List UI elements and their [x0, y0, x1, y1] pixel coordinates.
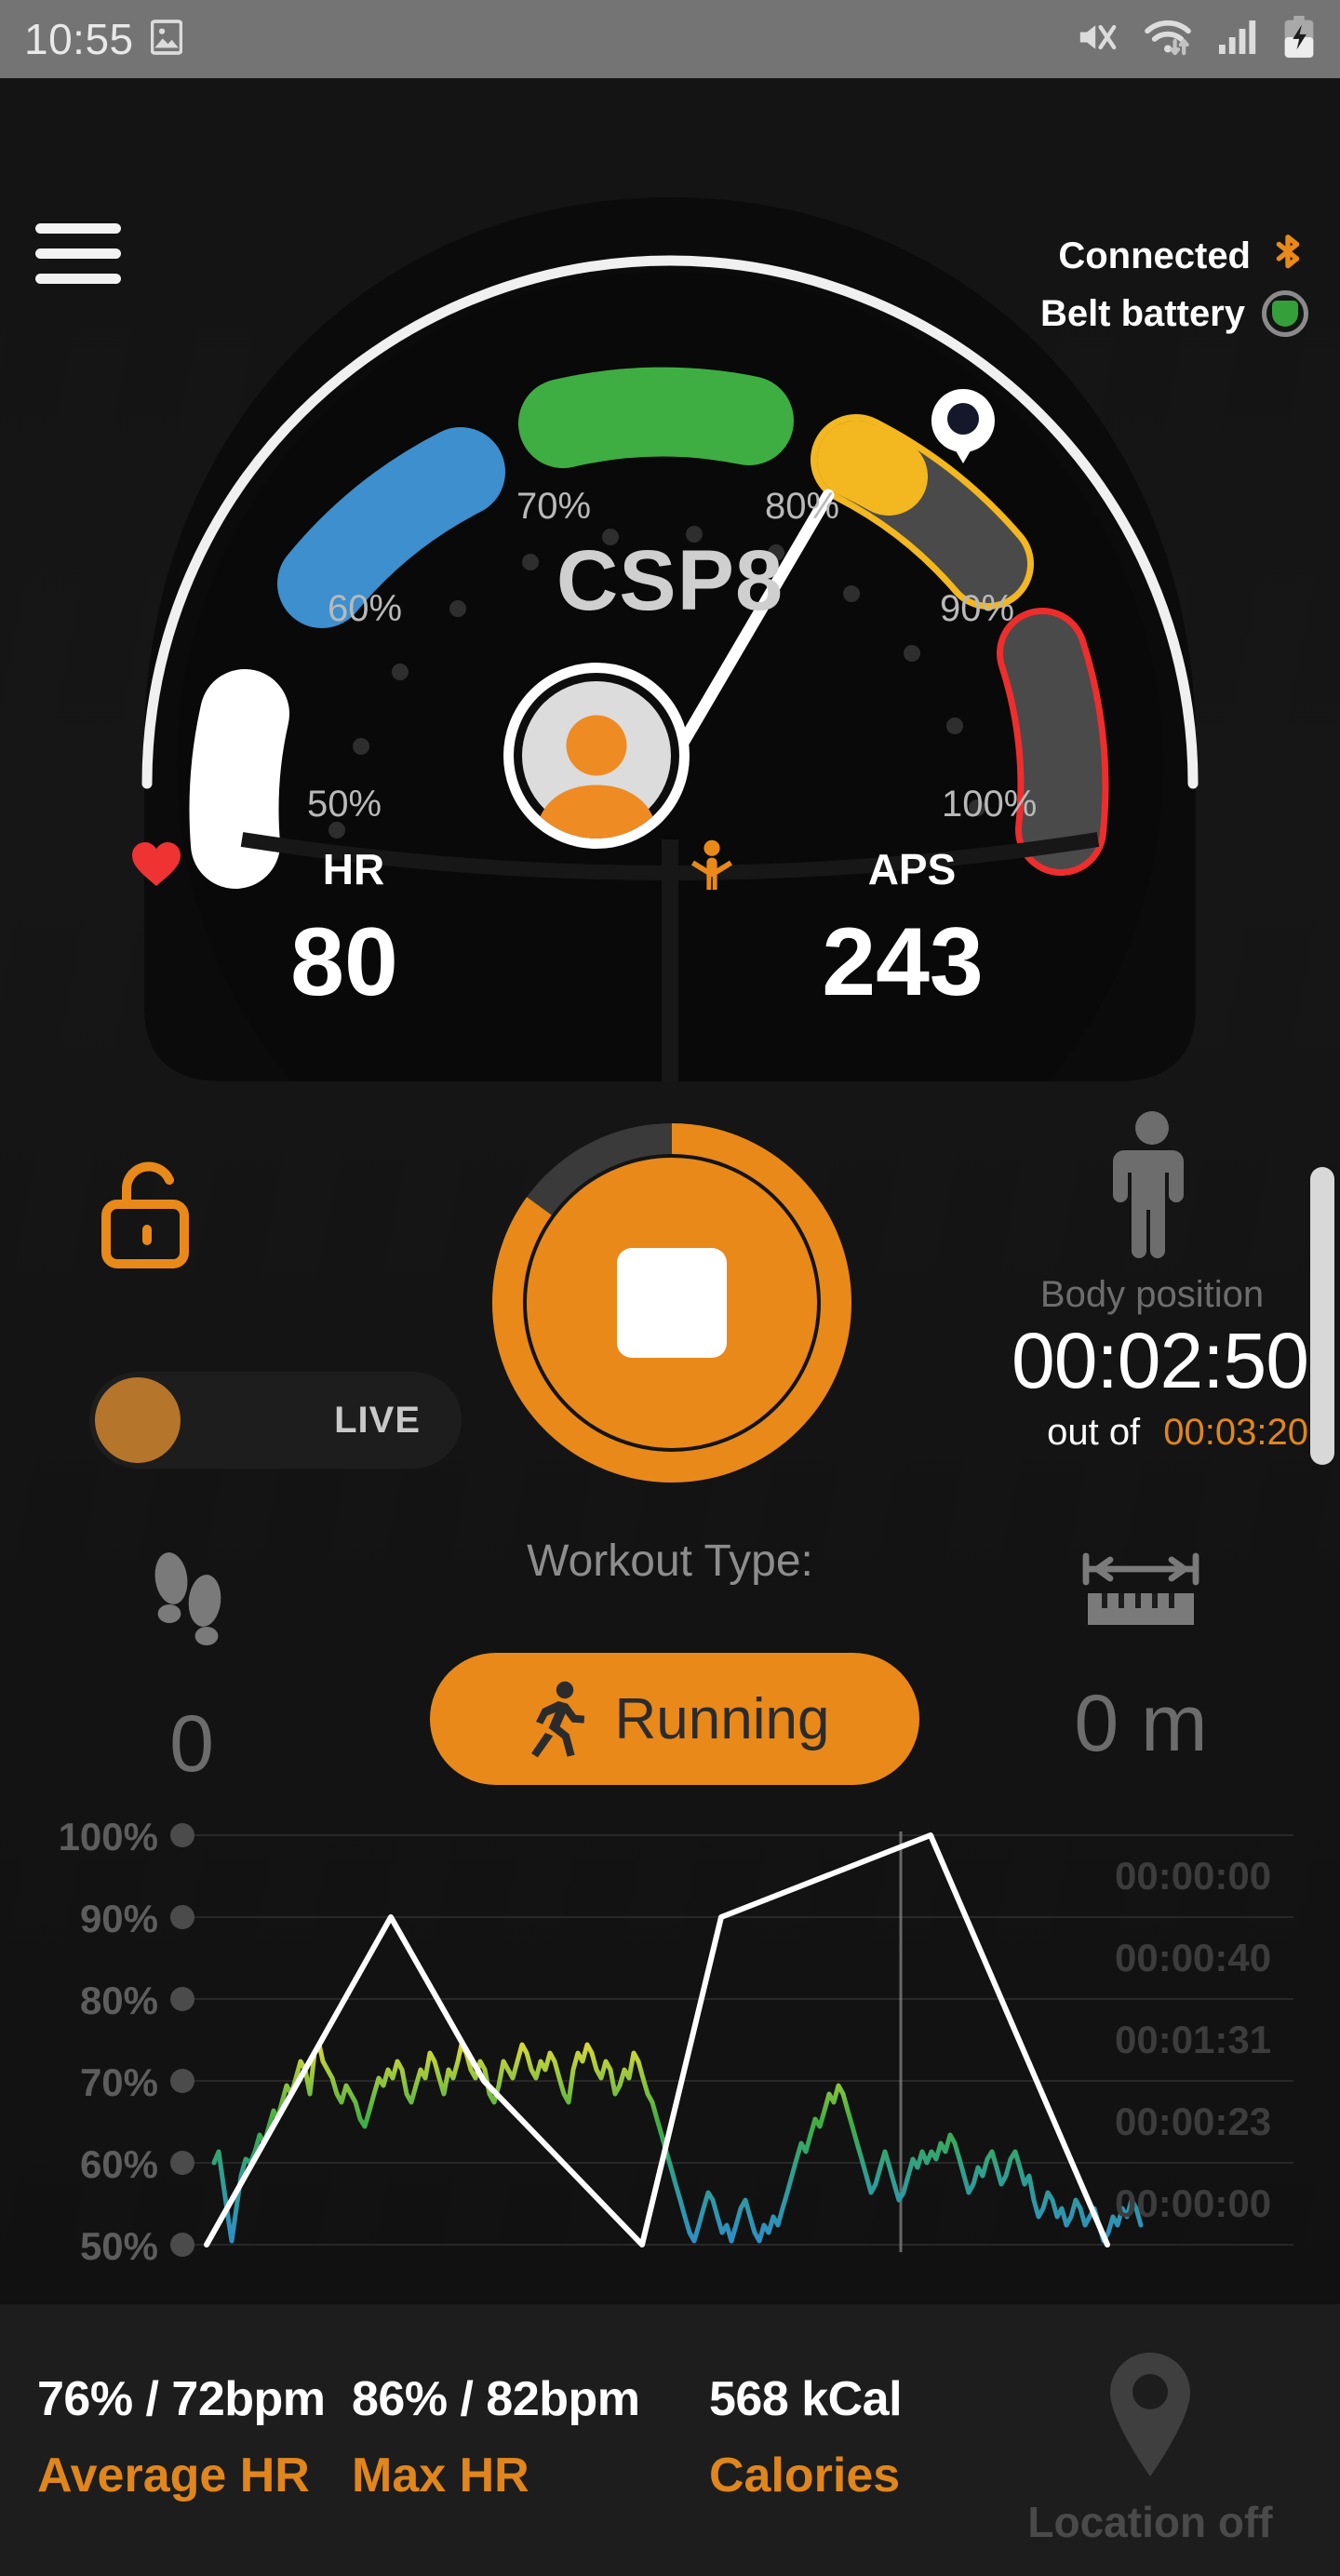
workout-row: 0 Workout Type: Running 0 m	[0, 1530, 1340, 1818]
gauge-tick-50: 50%	[307, 784, 382, 825]
status-bar-clock: 10:55	[24, 15, 134, 63]
primary-metrics: HR 80 APS 243	[93, 839, 1247, 1137]
stat-calories: 568 kCal Calories	[709, 2371, 903, 2503]
session-timer: 00:02:50 out of 00:03:20	[918, 1316, 1309, 1454]
body-position-block: Body position	[1012, 1109, 1292, 1316]
metric-aps-label: APS	[867, 845, 957, 893]
live-toggle-knob	[95, 1377, 181, 1463]
mute-icon	[1076, 19, 1119, 60]
stat-max-hr: 86% / 82bpm Max HR	[352, 2371, 640, 2503]
image-icon	[150, 19, 183, 60]
chart-graphic	[170, 1823, 1293, 2257]
metric-aps-value: 243	[822, 908, 984, 1016]
gauge-panel: CSP8 50% 60% 70% 80% 90% 100% HR 80 APS …	[93, 188, 1247, 1174]
page-scrollbar[interactable]	[1310, 1167, 1334, 1465]
signal-icon	[1217, 19, 1258, 60]
heart-rate-chart: 100% 90% 80% 70% 60% 50% 00:00:00 00:00:…	[0, 1815, 1340, 2382]
gauge-tick-100: 100%	[942, 784, 1038, 825]
stat-calories-label: Calories	[709, 2449, 901, 2502]
chart-zone-time-5: 00:00:00	[1115, 2181, 1272, 2225]
chart-y-tick-100: 100%	[58, 1815, 158, 1858]
gauge-zone-label: CSP8	[556, 533, 784, 628]
unlocked-padlock-icon[interactable]	[100, 1158, 197, 1269]
stat-average-hr-label: Average HR	[37, 2449, 310, 2502]
metric-hr-value: 80	[290, 908, 398, 1016]
stat-max-hr-value: 86% / 82bpm	[352, 2372, 640, 2426]
user-avatar-icon[interactable]	[503, 663, 690, 849]
chart-y-tick-80: 80%	[79, 1979, 158, 2022]
distance-value: 0 m	[1074, 1679, 1208, 1768]
location-label: Location off	[1027, 2498, 1273, 2546]
stop-button[interactable]	[491, 1122, 852, 1483]
gauge-tick-60: 60%	[328, 588, 403, 629]
chart-y-tick-70: 70%	[79, 2060, 158, 2104]
wifi-icon	[1143, 18, 1193, 61]
ruler-icon	[1082, 1552, 1199, 1625]
stat-max-hr-label: Max HR	[352, 2449, 529, 2502]
battery-level-fill	[1272, 301, 1298, 327]
workout-type-button[interactable]: Running	[430, 1653, 919, 1785]
workout-type-value: Running	[614, 1686, 830, 1751]
gauge-tick-80: 80%	[765, 486, 840, 527]
stat-average-hr: 76% / 72bpm Average HR	[37, 2371, 326, 2503]
battery-indicator-icon	[1262, 290, 1308, 337]
stat-calories-value: 568 kCal	[709, 2372, 903, 2426]
battery-charging-icon	[1282, 15, 1316, 63]
bluetooth-icon	[1267, 232, 1308, 280]
location-block[interactable]: Location off	[1011, 2347, 1290, 2547]
app-screen: Connected Belt battery CSP8 50% 60% 70% …	[0, 78, 1340, 2576]
gauge-tick-70: 70%	[516, 486, 592, 527]
body-position-label: Body position	[1039, 1274, 1265, 1315]
metric-hr-label: HR	[322, 845, 385, 893]
distance-block: 0 m	[1020, 1549, 1262, 1770]
chart-y-tick-50: 50%	[79, 2224, 158, 2268]
chart-zone-time-3: 00:01:31	[1115, 2018, 1272, 2061]
live-toggle[interactable]: LIVE	[89, 1372, 462, 1469]
chart-zone-time-2: 00:00:40	[1115, 1936, 1272, 1979]
map-pin-icon	[1110, 2353, 1190, 2476]
summary-bar: 76% / 72bpm Average HR 86% / 82bpm Max H…	[0, 2304, 1340, 2576]
chart-zone-time-4: 00:00:23	[1115, 2100, 1272, 2143]
stat-average-hr-value: 76% / 72bpm	[37, 2372, 326, 2426]
metric-hr: HR 80	[130, 839, 558, 1013]
metric-aps: APS 243	[689, 839, 1117, 1013]
status-bar: 10:55	[0, 0, 1340, 78]
chart-y-tick-60: 60%	[79, 2142, 158, 2186]
standing-person-icon	[1113, 1111, 1184, 1258]
chart-y-tick-90: 90%	[79, 1897, 158, 1940]
chart-zone-time-1: 00:00:00	[1115, 1854, 1272, 1898]
stop-square-icon	[617, 1248, 727, 1358]
stop-button-face[interactable]	[523, 1154, 821, 1452]
steps-value: 0	[169, 1699, 214, 1789]
gauge-tick-90: 90%	[940, 588, 1015, 629]
running-person-icon	[530, 1681, 584, 1758]
out-of-label: out of	[1047, 1412, 1141, 1453]
total-time: 00:03:20	[1163, 1412, 1308, 1453]
elapsed-time: 00:02:50	[1012, 1317, 1309, 1404]
live-toggle-label: LIVE	[334, 1399, 421, 1441]
status-bar-icons	[1076, 15, 1316, 63]
